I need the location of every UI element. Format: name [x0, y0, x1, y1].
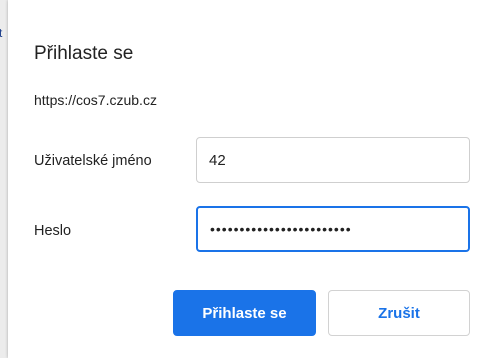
site-origin: https://cos7.czub.cz	[34, 92, 157, 108]
password-label: Heslo	[34, 223, 72, 239]
background-text-fragment: t	[0, 26, 3, 40]
dialog-title: Přihlaste se	[34, 43, 134, 64]
username-label: Uživatelské jméno	[34, 153, 152, 169]
background-window-edge: t	[0, 0, 8, 358]
password-field[interactable]	[196, 206, 470, 252]
cancel-button[interactable]: Zrušit	[328, 290, 470, 336]
sign-in-button[interactable]: Přihlaste se	[173, 290, 316, 336]
login-dialog: Přihlaste se https://cos7.czub.cz Uživat…	[8, 0, 493, 358]
username-field[interactable]	[196, 137, 470, 183]
page: t Přihlaste se https://cos7.czub.cz Uživ…	[0, 0, 493, 358]
